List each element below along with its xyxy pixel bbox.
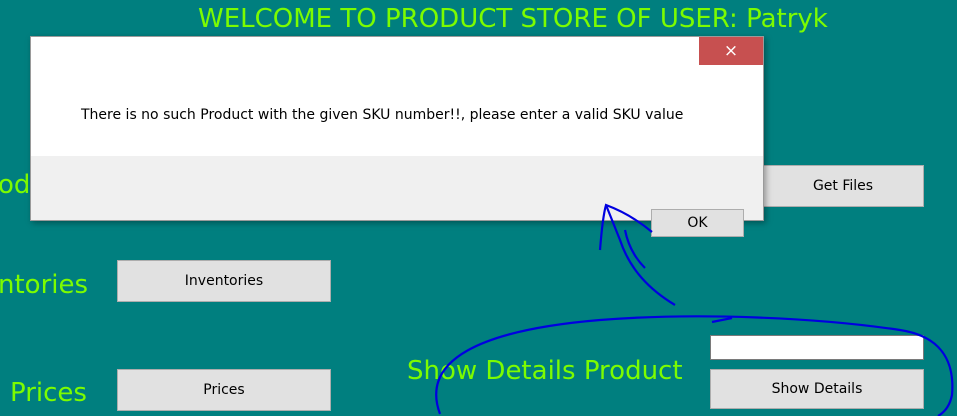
- sku-input[interactable]: [710, 335, 924, 360]
- close-icon[interactable]: ×: [699, 37, 763, 65]
- error-dialog: × There is no such Product with the give…: [30, 36, 764, 237]
- annotation-tick: [711, 316, 733, 324]
- show-details-button[interactable]: Show Details: [710, 369, 924, 409]
- ok-button[interactable]: OK: [651, 209, 744, 237]
- prices-label: Prices: [10, 378, 87, 408]
- dialog-message: There is no such Product with the given …: [81, 107, 684, 123]
- get-files-button[interactable]: Get Files: [762, 165, 924, 207]
- inventories-button[interactable]: Inventories: [117, 260, 331, 302]
- prices-button[interactable]: Prices: [117, 369, 331, 411]
- products-label: od: [0, 170, 31, 200]
- inventories-label: ntories: [0, 270, 89, 300]
- welcome-title: WELCOME TO PRODUCT STORE OF USER: Patryk: [198, 4, 828, 34]
- show-details-product-label: Show Details Product: [407, 356, 683, 386]
